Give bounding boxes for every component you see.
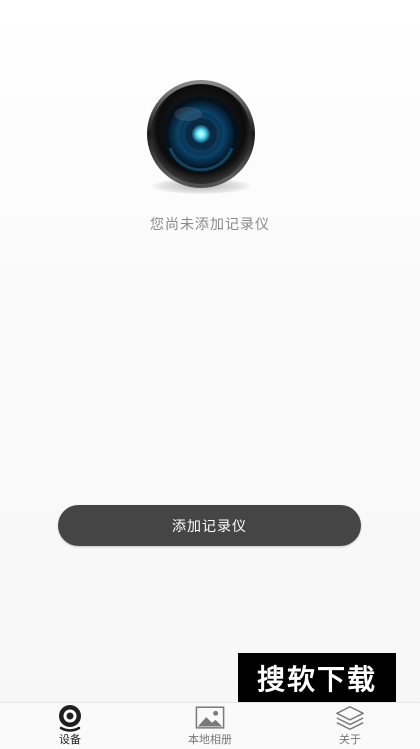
tab-label: 设备 (59, 733, 81, 746)
tab-label: 关于 (339, 733, 361, 746)
tab-devices[interactable]: 设备 (0, 703, 140, 749)
camera-lens-icon (140, 78, 262, 200)
webcam-icon (55, 704, 85, 732)
lens-shadow (152, 178, 250, 194)
tab-about[interactable]: 关于 (280, 703, 420, 749)
add-recorder-button[interactable]: 添加记录仪 (58, 505, 361, 546)
bottom-tab-bar: 设备 本地相册 关于 (0, 702, 420, 749)
tab-local-album[interactable]: 本地相册 (140, 703, 280, 749)
empty-state-message: 您尚未添加记录仪 (150, 217, 270, 233)
watermark-logo: 搜软下载 (238, 653, 396, 703)
tab-label: 本地相册 (188, 733, 232, 746)
layers-icon (335, 704, 365, 732)
picture-icon (195, 704, 225, 732)
device-screen: 您尚未添加记录仪 添加记录仪 搜软下载 设备 本地相册 关于 (0, 0, 420, 749)
